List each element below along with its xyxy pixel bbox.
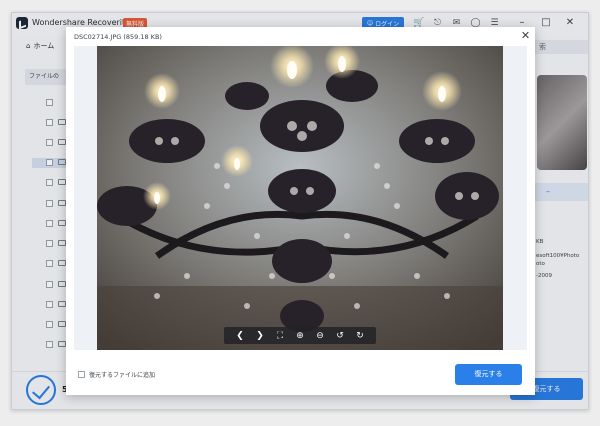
close-icon[interactable]: ✕ bbox=[520, 30, 531, 41]
viewer-toolbar: ❮ ❯ ⛶ ⊕ ⊖ ↺ ↻ bbox=[224, 327, 376, 344]
restore-button[interactable]: 復元する bbox=[455, 364, 522, 385]
prev-icon[interactable]: ❮ bbox=[233, 329, 247, 343]
rotate-right-icon[interactable]: ↻ bbox=[353, 329, 367, 343]
modal-title: DSC02714.JPG (859.18 KB) bbox=[74, 33, 162, 41]
preview-area: ❮ ❯ ⛶ ⊕ ⊖ ↺ ↻ bbox=[74, 46, 527, 350]
zoom-out-icon[interactable]: ⊖ bbox=[313, 329, 327, 343]
preview-modal: DSC02714.JPG (859.18 KB) ✕ ❮ ❯ ⛶ ⊕ ⊖ ↺ ↻… bbox=[66, 27, 535, 395]
fullscreen-icon[interactable]: ⛶ bbox=[273, 329, 287, 343]
chandelier-photo: ❮ ❯ ⛶ ⊕ ⊖ ↺ ↻ bbox=[97, 46, 503, 350]
add-to-recover-checkbox[interactable] bbox=[78, 371, 85, 378]
add-to-recover-label: 復元するファイルに追加 bbox=[89, 372, 156, 379]
next-icon[interactable]: ❯ bbox=[253, 329, 267, 343]
zoom-in-icon[interactable]: ⊕ bbox=[293, 329, 307, 343]
rotate-left-icon[interactable]: ↺ bbox=[333, 329, 347, 343]
